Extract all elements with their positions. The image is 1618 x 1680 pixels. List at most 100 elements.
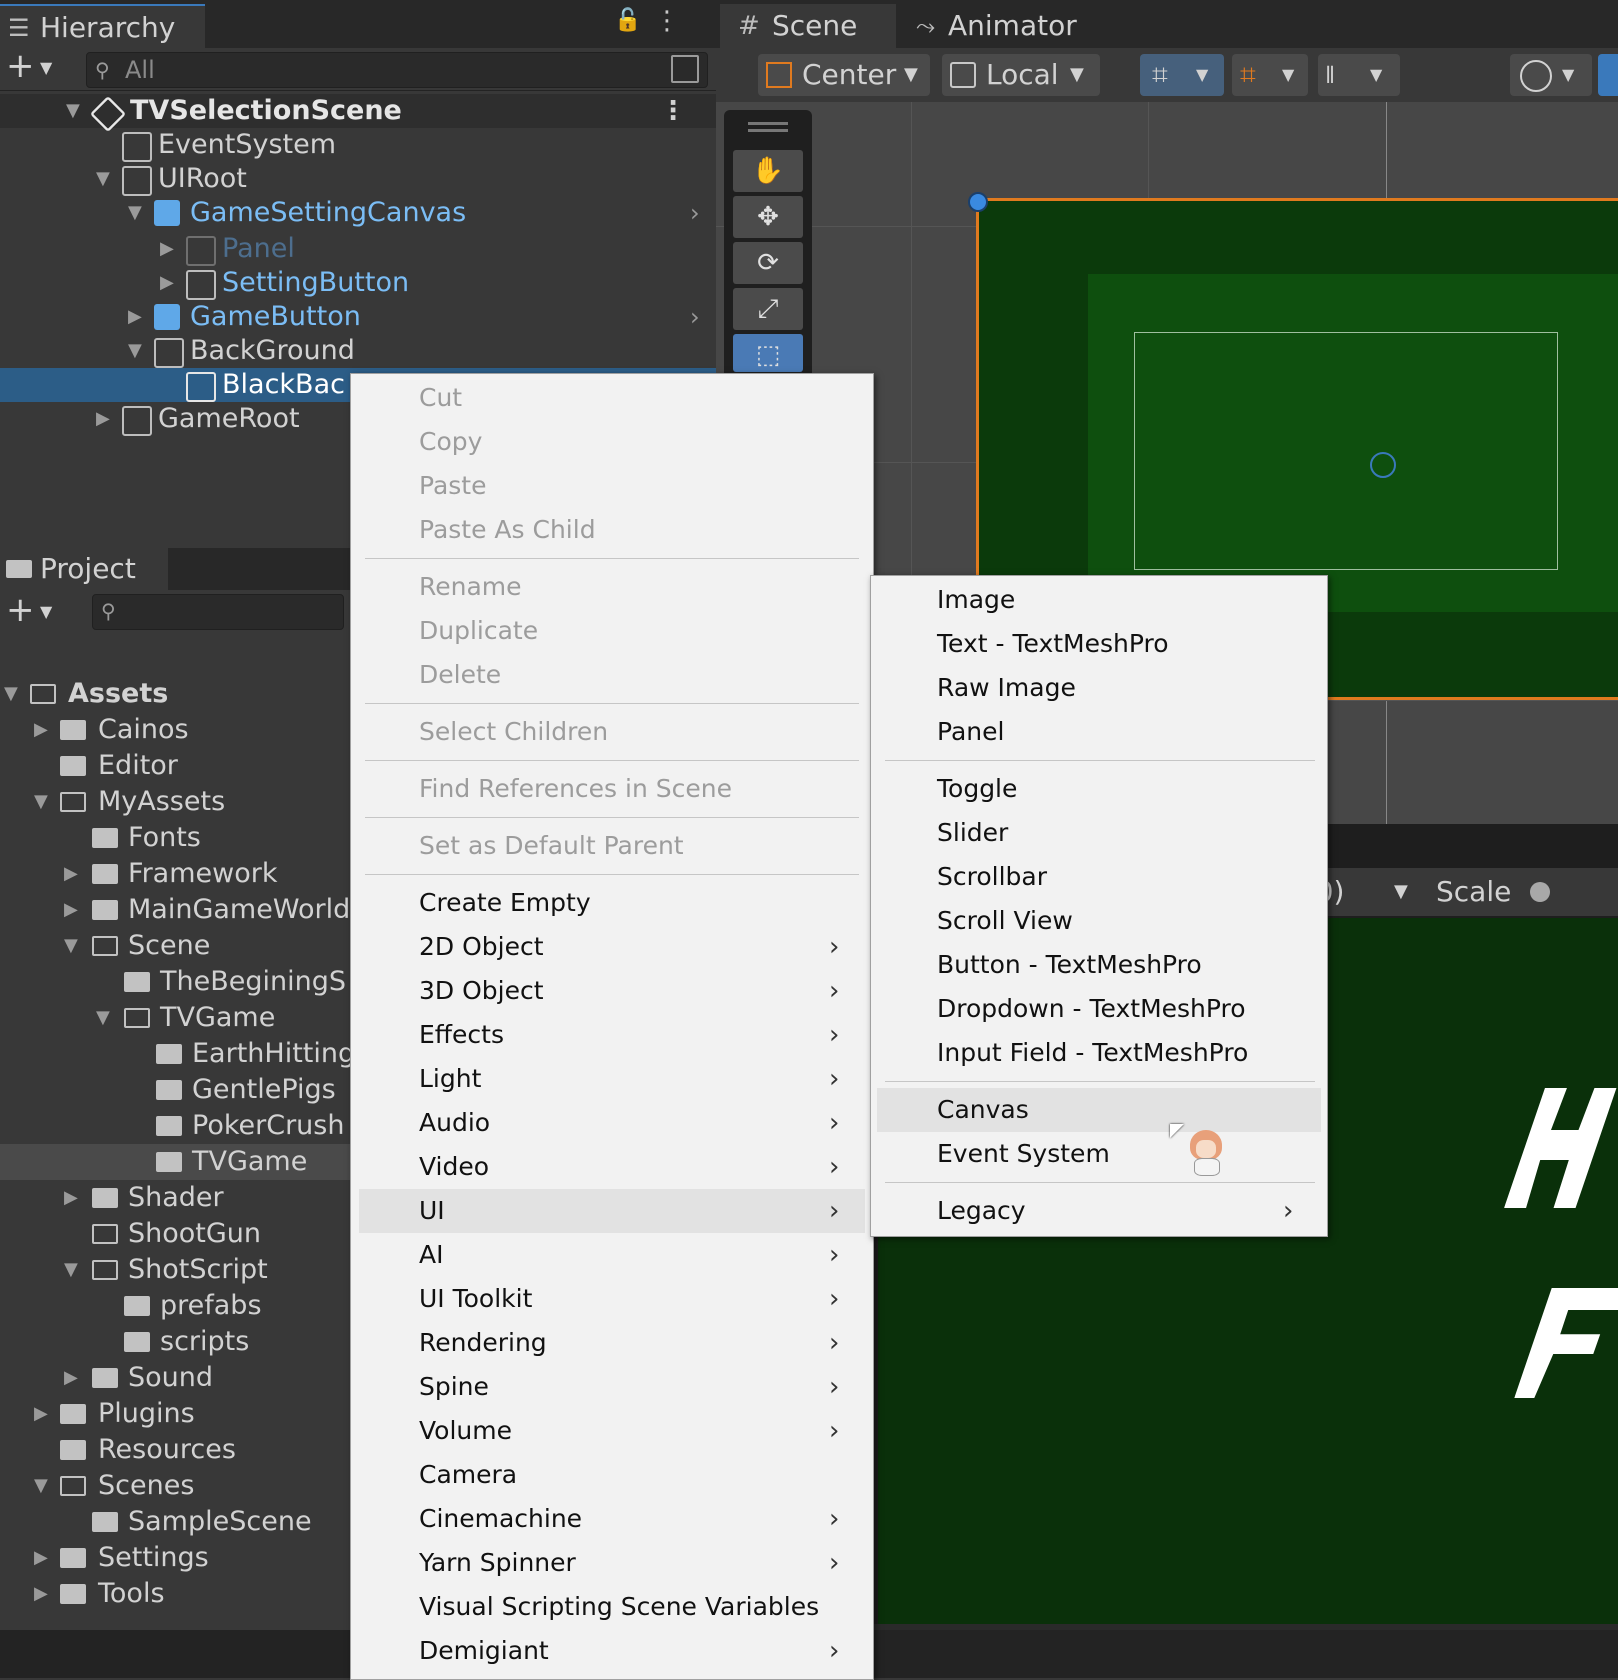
expand-arrow-icon[interactable]: ▶ [96,402,110,436]
tree-item-background[interactable]: ▼ BackGround [0,334,716,368]
menu-item-duplicate[interactable]: Duplicate [351,609,873,653]
menu-item-yarn-spinner[interactable]: Yarn Spinner › [351,1541,873,1585]
expand-arrow-icon[interactable]: ▶ [128,300,142,334]
add-button[interactable]: + [6,46,35,86]
expand-arrow-icon[interactable]: ▶ [160,266,174,300]
menu-item-cinemachine[interactable]: Cinemachine › [351,1497,873,1541]
hand-tool-button[interactable]: ✋ [733,150,803,192]
rect-tool-button[interactable]: ⬚ [733,334,803,372]
tree-item-gamebutton[interactable]: ▶ GameButton › [0,300,716,334]
folder-samplescene[interactable]: SampleScene [0,1504,350,1540]
expand-arrow-icon[interactable]: ▼ [64,928,78,964]
folder-pokercrush[interactable]: PokerCrush [0,1108,350,1144]
folder-tvgame[interactable]: ▼ TVGame [0,1000,350,1036]
menu-item-find-references[interactable]: Find References in Scene [351,767,873,811]
menu-item-audio[interactable]: Audio › [351,1101,873,1145]
submenu-item-image[interactable]: Image [871,578,1327,622]
folder-earthhitting[interactable]: EarthHitting [0,1036,350,1072]
menu-item-camera[interactable]: Camera [351,1453,873,1497]
rotate-tool-button[interactable]: ⟳ [733,242,803,284]
open-window-icon[interactable] [671,55,699,83]
submenu-item-dropdown-tmp[interactable]: Dropdown - TextMeshPro [871,987,1327,1031]
menu-item-create-empty[interactable]: Create Empty [351,881,873,925]
folder-framework[interactable]: ▶ Framework [0,856,350,892]
expand-arrow-icon[interactable]: ▶ [64,892,78,928]
folder-scenes[interactable]: ▼ Scenes [0,1468,350,1504]
expand-arrow-icon[interactable]: ▶ [34,1396,48,1432]
expand-arrow-icon[interactable]: ▼ [34,784,48,820]
expand-arrow-icon[interactable]: ▶ [160,232,174,266]
scale-tool-button[interactable]: ⤢ [733,288,803,330]
folder-resources[interactable]: Resources [0,1432,350,1468]
menu-item-2d-object[interactable]: 2D Object › [351,925,873,969]
expand-arrow-icon[interactable]: ▶ [64,1180,78,1216]
folder-scripts[interactable]: scripts [0,1324,350,1360]
folder-gentlepigs[interactable]: GentlePigs [0,1072,350,1108]
menu-item-paste[interactable]: Paste [351,464,873,508]
expand-arrow-icon[interactable]: ▼ [34,1468,48,1504]
chevron-right-icon[interactable]: › [690,300,700,334]
expand-arrow-icon[interactable]: ▼ [66,94,80,128]
dropdown-arrow-icon[interactable]: ▼ [1394,868,1408,916]
expand-arrow-icon[interactable]: ▶ [64,1360,78,1396]
menu-item-select-children[interactable]: Select Children [351,710,873,754]
folder-shader[interactable]: ▶ Shader [0,1180,350,1216]
folder-prefabs[interactable]: prefabs [0,1288,350,1324]
scale-slider-knob[interactable] [1530,882,1550,902]
menu-item-3d-object[interactable]: 3D Object › [351,969,873,1013]
submenu-item-legacy[interactable]: Legacy › [871,1189,1327,1233]
folder-tvgame-selected[interactable]: TVGame [0,1144,350,1180]
lock-icon[interactable]: 🔓 [614,8,641,33]
more-options-icon[interactable]: ⋮ [654,6,680,36]
expand-arrow-icon[interactable]: ▼ [128,334,142,368]
folder-scene[interactable]: ▼ Scene [0,928,350,964]
folder-assets[interactable]: ▼ Assets [0,676,350,712]
expand-arrow-icon[interactable]: ▼ [64,1252,78,1288]
folder-settings[interactable]: ▶ Settings [0,1540,350,1576]
submenu-item-raw-image[interactable]: Raw Image [871,666,1327,710]
tree-item-settingbutton[interactable]: ▶ SettingButton [0,266,716,300]
menu-item-volume[interactable]: Volume › [351,1409,873,1453]
folder-thebeginings[interactable]: TheBeginingS [0,964,350,1000]
add-button[interactable]: + [6,590,35,630]
ruler-toggle[interactable]: 𝍪 ▼ [1318,54,1400,96]
tab-scene[interactable]: # Scene [720,4,896,48]
anchor-handle[interactable] [968,192,988,212]
expand-arrow-icon[interactable]: ▼ [96,162,110,196]
selection-rect[interactable] [1134,332,1558,570]
submenu-item-button-tmp[interactable]: Button - TextMeshPro [871,943,1327,987]
expand-arrow-icon[interactable]: ▶ [34,712,48,748]
tree-item-gamesettingcanvas[interactable]: ▼ GameSettingCanvas › [0,196,716,230]
expand-arrow-icon[interactable]: ▶ [64,856,78,892]
tree-item-eventsystem[interactable]: EventSystem [0,128,716,162]
more-options-icon[interactable]: ⋮ [660,94,686,128]
pivot-center-dropdown[interactable]: Center ▼ [758,54,930,96]
menu-item-copy[interactable]: Copy [351,420,873,464]
menu-item-light[interactable]: Light › [351,1057,873,1101]
tab-hierarchy[interactable]: ☰ Hierarchy [0,4,205,50]
menu-item-video[interactable]: Video › [351,1145,873,1189]
menu-item-ui-toolkit[interactable]: UI Toolkit › [351,1277,873,1321]
submenu-item-scrollbar[interactable]: Scrollbar [871,855,1327,899]
folder-cainos[interactable]: ▶ Cainos [0,712,350,748]
folder-sound[interactable]: ▶ Sound [0,1360,350,1396]
tree-item-panel[interactable]: ▶ Panel [0,232,716,266]
submenu-item-event-system[interactable]: Event System [871,1132,1327,1176]
folder-shootgun[interactable]: ShootGun [0,1216,350,1252]
move-tool-button[interactable]: ✥ [733,196,803,238]
menu-item-ai[interactable]: AI › [351,1233,873,1277]
expand-arrow-icon[interactable]: ▼ [128,196,142,230]
tab-project[interactable]: Project [0,548,168,590]
space-local-dropdown[interactable]: Local ▼ [942,54,1100,96]
submenu-item-scroll-view[interactable]: Scroll View [871,899,1327,943]
tab-animator[interactable]: ⤳ Animator [900,4,1100,48]
project-search-input[interactable]: ⚲ [92,594,344,630]
menu-item-visual-scripting[interactable]: Visual Scripting Scene Variables [351,1585,873,1629]
dropdown-arrow-icon[interactable]: ▼ [40,58,52,77]
hierarchy-search-input[interactable]: ⚲ All [86,52,708,88]
menu-item-rename[interactable]: Rename [351,565,873,609]
menu-item-rendering[interactable]: Rendering › [351,1321,873,1365]
expand-arrow-icon[interactable]: ▶ [34,1540,48,1576]
folder-editor[interactable]: Editor [0,748,350,784]
menu-item-effects[interactable]: Effects › [351,1013,873,1057]
